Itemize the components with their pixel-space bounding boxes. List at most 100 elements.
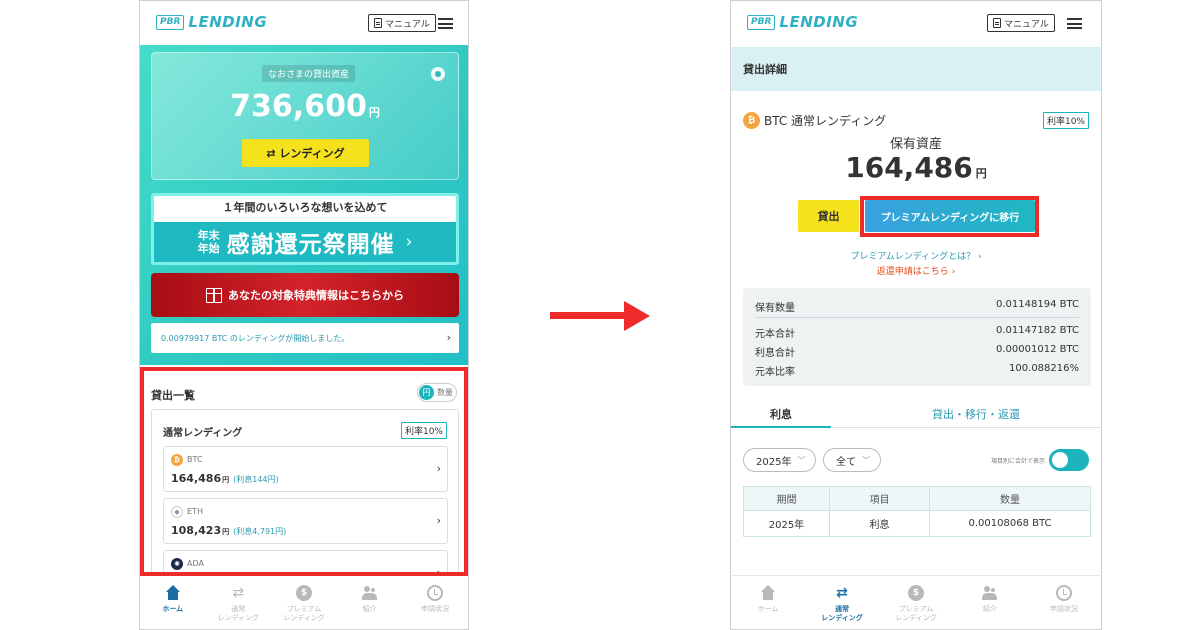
nav-referral[interactable]: 紹介	[337, 576, 403, 629]
swap-arrows-icon: ⇄	[836, 584, 848, 601]
transition-arrow-icon	[550, 301, 650, 331]
campaign-banner[interactable]: １年間のいろいろな想いを込めて 年末 年始 感謝還元祭開催 ›	[151, 193, 459, 265]
coin-row-eth[interactable]: ◆ ETH 108,423円 (利息4,791円) ›	[163, 498, 448, 544]
chevron-down-icon: ﹀	[797, 455, 806, 465]
coin-amount: 164,486	[171, 472, 222, 485]
coin-amount: 108,423	[171, 524, 222, 537]
nav-label: 通常	[835, 605, 849, 613]
logo-mark: PBR	[156, 14, 185, 30]
chevron-right-icon: ›	[436, 462, 441, 475]
notification-bar[interactable]: 0.00979917 BTC のレンディングが開始しました。 ›	[151, 323, 459, 353]
bottom-nav: ホーム ⇄ 通常 レンディング $ プレミアム レンディング 紹介 申請状況	[731, 575, 1101, 629]
home-icon	[165, 585, 181, 601]
year-select[interactable]: 2025年 ﹀	[743, 448, 817, 472]
logo-text: LENDING	[188, 13, 268, 31]
nav-normal-lending[interactable]: ⇄ 通常 レンディング	[206, 576, 272, 629]
unit-toggle[interactable]: 円 数量	[417, 383, 457, 402]
manual-button[interactable]: マニュアル	[987, 14, 1055, 32]
stat-label: 元本合計	[755, 329, 795, 340]
stat-value: 100.088216%	[1009, 363, 1079, 374]
stat-label: 保有数量	[755, 303, 795, 314]
bottom-nav: ホーム ⇄ 通常 レンディング $ プレミアム レンディング 紹介 申請状況	[140, 575, 468, 629]
stats-panel: 保有数量 0.01148194 BTC 元本合計 0.01147182 BTC …	[743, 288, 1091, 386]
coin-unit: 円	[222, 476, 230, 484]
bitcoin-icon: ₿	[743, 112, 760, 129]
arrow-head	[624, 301, 650, 331]
hero-section: なおさまの貸出資産 736,600 円 ⇄ レンディング １年間のいろいろな想いを…	[140, 45, 468, 365]
col-amount: 数量	[929, 486, 1091, 511]
tab-interest[interactable]: 利息	[731, 406, 831, 422]
coin-row-btc[interactable]: ₿ BTC 164,486円 (利息144円) ›	[163, 446, 448, 492]
logo-mark: PBR	[747, 14, 776, 30]
detail-tabs: 利息 貸出・移行・返還	[731, 398, 1101, 428]
logo[interactable]: PBR LENDING	[747, 13, 858, 31]
chevron-right-icon: ›	[446, 331, 451, 344]
year-select-value: 2025年	[756, 456, 792, 468]
lending-list-title: 貸出一覧	[151, 389, 195, 402]
nav-label: ホーム	[757, 605, 779, 613]
premium-migrate-button[interactable]: プレミアムレンディングに移行	[865, 200, 1035, 232]
nav-home[interactable]: ホーム	[140, 576, 206, 629]
manual-label: マニュアル	[385, 19, 430, 30]
section-title: 貸出詳細	[731, 47, 1101, 91]
history-icon	[1056, 585, 1072, 601]
holding-label: 保有資産	[889, 137, 942, 152]
asset-label: なおさまの貸出資産	[262, 65, 356, 82]
banner-small-text: 年末 年始	[198, 229, 222, 255]
stat-label: 元本比率	[755, 367, 795, 378]
asset-card: なおさまの貸出資産 736,600 円 ⇄ レンディング	[151, 52, 459, 180]
premium-info-link[interactable]: プレミアムレンディングとは？ ›	[731, 249, 1101, 262]
nav-application-status[interactable]: 申請状況	[402, 576, 468, 629]
nav-home[interactable]: ホーム	[731, 576, 805, 629]
document-icon	[374, 18, 382, 28]
benefit-info-banner[interactable]: あなたの対象特典情報はこちらから	[151, 273, 459, 317]
asset-amount-value: 736,600	[230, 89, 367, 124]
card-title: 通常レンディング	[163, 428, 243, 439]
return-request-link[interactable]: 返還申請はこちら ›	[731, 264, 1101, 277]
hamburger-menu-icon[interactable]	[438, 18, 453, 29]
toggle-knob: 円	[419, 385, 434, 400]
nav-referral[interactable]: 紹介	[953, 576, 1027, 629]
stat-value: 0.01148194 BTC	[996, 299, 1079, 310]
manual-label: マニュアル	[1004, 19, 1049, 30]
stat-label: 利息合計	[755, 348, 795, 359]
nav-premium-lending[interactable]: $ プレミアム レンディング	[271, 576, 337, 629]
notification-text: 0.00979917 BTC のレンディングが開始しました。	[161, 333, 350, 343]
ethereum-icon: ◆	[171, 506, 183, 518]
eye-icon[interactable]	[431, 67, 445, 81]
asset-amount: 736,600 円	[152, 89, 458, 124]
banner-small-2: 年始	[197, 242, 220, 255]
banner-subtitle: １年間のいろいろな想いを込めて	[222, 201, 388, 214]
hamburger-menu-icon[interactable]	[1067, 18, 1082, 29]
stat-value: 0.01147182 BTC	[996, 325, 1079, 336]
product-title: ₿ BTC 通常レンディング	[743, 112, 886, 129]
people-icon	[361, 585, 378, 601]
stat-row: 元本合計 0.01147182 BTC	[755, 325, 1079, 340]
lend-button[interactable]: 貸出	[798, 200, 859, 232]
history-icon	[427, 585, 444, 601]
nav-label-2: レンディング	[283, 614, 325, 622]
coin-value: 108,423円 (利息4,791円)	[171, 524, 286, 537]
people-icon	[982, 585, 998, 601]
dollar-coin-icon: $	[295, 585, 312, 601]
nav-premium-lending[interactable]: $ プレミアム レンディング	[879, 576, 953, 629]
stat-row: 保有数量 0.01148194 BTC	[755, 299, 1079, 314]
logo[interactable]: PBR LENDING	[156, 13, 267, 31]
stat-row: 利息合計 0.00001012 BTC	[755, 344, 1079, 359]
cell-amount: 0.00108068 BTC	[929, 510, 1091, 537]
divider	[755, 317, 1079, 318]
coin-name: ETH	[187, 507, 203, 516]
interest-table: 期間 項目 数量 2025年 利息 0.00108068 BTC	[743, 486, 1091, 537]
lending-button[interactable]: ⇄ レンディング	[242, 139, 369, 167]
nav-normal-lending[interactable]: ⇄ 通常 レンディング	[805, 576, 879, 629]
nav-application-status[interactable]: 申請状況	[1027, 576, 1101, 629]
active-tab-indicator	[731, 426, 831, 428]
nav-label-2: レンディング	[217, 614, 260, 622]
manual-button[interactable]: マニュアル	[368, 14, 436, 32]
summary-switch[interactable]	[1049, 449, 1089, 471]
chevron-right-icon: ›	[405, 232, 413, 252]
col-period: 期間	[743, 486, 830, 511]
chevron-right-icon: ›	[436, 514, 441, 527]
tab-lend-migrate-return[interactable]: 貸出・移行・返還	[861, 406, 1091, 422]
type-select[interactable]: 全て ﹀	[823, 448, 881, 472]
